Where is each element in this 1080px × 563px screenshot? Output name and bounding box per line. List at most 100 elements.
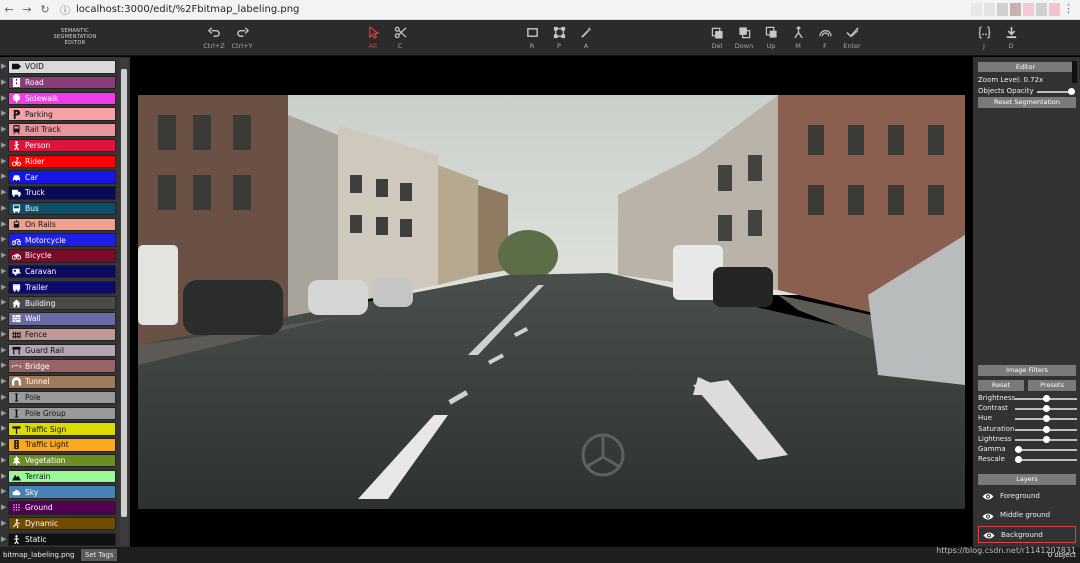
expand-arrow-icon[interactable]: ▶: [1, 409, 6, 417]
category-item[interactable]: Pole: [8, 390, 116, 405]
cut-tool-button[interactable]: C: [387, 26, 413, 50]
category-item[interactable]: Bridge: [8, 359, 116, 373]
expand-arrow-icon[interactable]: ▶: [1, 94, 6, 102]
extension-icon[interactable]: [1010, 3, 1021, 16]
eye-icon[interactable]: [978, 486, 1000, 505]
category-item[interactable]: Traffic Sign: [8, 422, 116, 436]
set-tags-button[interactable]: Set Tags: [81, 549, 118, 561]
category-item[interactable]: Road: [8, 75, 116, 90]
down-tool-button[interactable]: Down: [731, 26, 757, 50]
category-item[interactable]: Terrain: [8, 469, 116, 483]
rectangle-tool-button[interactable]: R: [519, 26, 545, 50]
eye-icon[interactable]: [979, 525, 1001, 544]
category-item[interactable]: On Rails: [8, 217, 116, 231]
opacity-slider-knob[interactable]: [1068, 88, 1076, 95]
expand-arrow-icon[interactable]: ▶: [1, 204, 6, 212]
category-item[interactable]: Rail Track: [8, 123, 116, 137]
category-item[interactable]: Sky: [8, 485, 116, 499]
expand-arrow-icon[interactable]: ▶: [1, 487, 6, 495]
filter-slider-knob[interactable]: [1042, 415, 1050, 423]
presets-button[interactable]: Presets: [1028, 380, 1076, 391]
filter-slider-knob[interactable]: [1014, 456, 1022, 464]
expand-arrow-icon[interactable]: ▶: [1, 440, 6, 448]
category-item[interactable]: Trailer: [8, 280, 116, 294]
browser-menu-icon[interactable]: ⋮: [1063, 2, 1074, 15]
expand-arrow-icon[interactable]: ▶: [1, 141, 6, 149]
expand-arrow-icon[interactable]: ▶: [1, 393, 6, 401]
extension-icon[interactable]: [1049, 3, 1060, 16]
magic-wand-tool-button[interactable]: A: [573, 26, 599, 50]
polygon-tool-button[interactable]: P: [546, 26, 572, 50]
expand-arrow-icon[interactable]: ▶: [1, 535, 6, 543]
expand-arrow-icon[interactable]: ▶: [1, 298, 6, 306]
expand-arrow-icon[interactable]: ▶: [1, 78, 6, 86]
expand-arrow-icon[interactable]: ▶: [1, 283, 6, 291]
expand-arrow-icon[interactable]: ▶: [1, 377, 6, 385]
category-item[interactable]: Car: [8, 170, 116, 184]
delete-tool-button[interactable]: Del: [704, 26, 730, 50]
filter-slider[interactable]: [1015, 405, 1077, 413]
filter-slider-knob[interactable]: [1042, 395, 1050, 402]
layer-row[interactable]: Background: [978, 526, 1076, 543]
category-scroll-thumb[interactable]: [121, 69, 127, 517]
filter-slider[interactable]: [1015, 425, 1077, 433]
category-item[interactable]: Wall: [8, 312, 116, 326]
eye-icon[interactable]: [978, 506, 1000, 525]
expand-arrow-icon[interactable]: ▶: [1, 62, 6, 70]
filter-slider-knob[interactable]: [1014, 446, 1022, 453]
category-item[interactable]: Vegetation: [8, 453, 116, 468]
category-scrollbar[interactable]: [120, 59, 128, 545]
extension-icon[interactable]: [1036, 3, 1047, 16]
expand-arrow-icon[interactable]: ▶: [1, 330, 6, 338]
category-item[interactable]: Fence: [8, 327, 116, 342]
expand-arrow-icon[interactable]: ▶: [1, 472, 6, 480]
extension-icon[interactable]: [971, 3, 982, 16]
back-icon[interactable]: ←: [0, 3, 18, 16]
layer-row[interactable]: Middle ground: [978, 507, 1076, 524]
reset-segmentation-button[interactable]: Reset Segmentation: [978, 97, 1076, 108]
merge-tool-button[interactable]: M: [785, 26, 811, 50]
category-item[interactable]: Ground: [8, 501, 116, 515]
filter-slider-knob[interactable]: [1042, 405, 1050, 413]
up-tool-button[interactable]: Up: [758, 26, 784, 50]
address-bar[interactable]: ⓘ localhost:3000/edit/%2Fbitmap_labeling…: [60, 2, 299, 18]
expand-arrow-icon[interactable]: ▶: [1, 251, 6, 259]
filter-slider[interactable]: [1015, 415, 1077, 423]
download-tool-button[interactable]: D: [998, 26, 1024, 50]
category-item[interactable]: Traffic Light: [8, 438, 116, 452]
filter-slider[interactable]: [1015, 395, 1077, 402]
category-item[interactable]: Bicycle: [8, 249, 116, 263]
expand-arrow-icon[interactable]: ▶: [1, 235, 6, 243]
reload-icon[interactable]: ↻: [36, 3, 54, 16]
expand-arrow-icon[interactable]: ▶: [1, 519, 6, 527]
extension-icon[interactable]: [997, 3, 1008, 16]
category-item[interactable]: Pole Group: [8, 406, 116, 420]
street-image[interactable]: [138, 95, 965, 509]
fill-tool-button[interactable]: F: [812, 26, 838, 50]
redo-tool-button[interactable]: Ctrl+Y: [229, 26, 255, 50]
expand-arrow-icon[interactable]: ▶: [1, 314, 6, 322]
expand-arrow-icon[interactable]: ▶: [1, 188, 6, 196]
category-item[interactable]: Bus: [8, 201, 116, 216]
filter-slider[interactable]: [1015, 435, 1077, 443]
opacity-slider[interactable]: [1037, 88, 1076, 95]
category-item[interactable]: Motorcycle: [8, 233, 116, 247]
enter-tool-button[interactable]: Enter: [839, 26, 865, 50]
category-item[interactable]: Truck: [8, 186, 116, 200]
info-icon[interactable]: ⓘ: [60, 2, 70, 17]
reset-filters-button[interactable]: Reset: [978, 380, 1024, 391]
expand-arrow-icon[interactable]: ▶: [1, 346, 6, 354]
expand-arrow-icon[interactable]: ▶: [1, 361, 6, 369]
category-item[interactable]: Guard Rail: [8, 343, 116, 357]
expand-arrow-icon[interactable]: ▶: [1, 109, 6, 117]
category-item[interactable]: Dynamic: [8, 516, 116, 531]
category-item[interactable]: Tunnel: [8, 375, 116, 389]
category-item[interactable]: VOID: [8, 60, 116, 74]
select-tool-button[interactable]: Alt: [360, 26, 386, 50]
filter-slider[interactable]: [1014, 446, 1077, 453]
extension-icon[interactable]: [1023, 3, 1034, 16]
undo-tool-button[interactable]: Ctrl+Z: [201, 26, 227, 50]
expand-arrow-icon[interactable]: ▶: [1, 157, 6, 165]
json-tool-button[interactable]: J: [971, 26, 997, 50]
category-item[interactable]: Caravan: [8, 264, 116, 279]
